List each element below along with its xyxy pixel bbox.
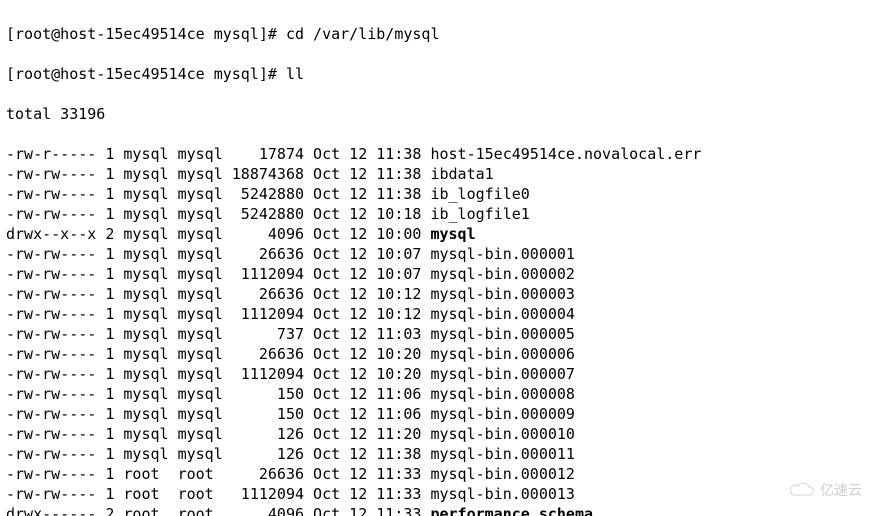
file-name: mysql-bin.000012 <box>430 465 575 483</box>
list-item: -rw-r----- 1 mysql mysql 17874 Oct 12 11… <box>6 144 866 164</box>
file-meta: -rw-rw---- 1 root root 1112094 Oct 12 11… <box>6 485 430 503</box>
shell-prompt: [root@host-15ec49514ce mysql]# <box>6 25 286 43</box>
file-name: mysql-bin.000009 <box>430 405 575 423</box>
list-item: -rw-rw---- 1 mysql mysql 26636 Oct 12 10… <box>6 344 866 364</box>
file-meta: -rw-rw---- 1 root root 26636 Oct 12 11:3… <box>6 465 430 483</box>
file-name: mysql-bin.000002 <box>430 265 575 283</box>
list-item: -rw-rw---- 1 mysql mysql 1112094 Oct 12 … <box>6 364 866 384</box>
list-item: drwx------ 2 root root 4096 Oct 12 11:33… <box>6 504 866 516</box>
file-meta: -rw-rw---- 1 mysql mysql 26636 Oct 12 10… <box>6 345 430 363</box>
list-item: drwx--x--x 2 mysql mysql 4096 Oct 12 10:… <box>6 224 866 244</box>
file-meta: drwx------ 2 root root 4096 Oct 12 11:33 <box>6 505 430 516</box>
file-name: mysql <box>430 225 475 243</box>
command-line-1: [root@host-15ec49514ce mysql]# cd /var/l… <box>6 24 866 44</box>
list-item: -rw-rw---- 1 root root 1112094 Oct 12 11… <box>6 484 866 504</box>
list-item: -rw-rw---- 1 mysql mysql 5242880 Oct 12 … <box>6 204 866 224</box>
file-name: mysql-bin.000007 <box>430 365 575 383</box>
file-meta: -rw-rw---- 1 mysql mysql 5242880 Oct 12 … <box>6 185 430 203</box>
file-meta: -rw-rw---- 1 mysql mysql 26636 Oct 12 10… <box>6 245 430 263</box>
shell-prompt: [root@host-15ec49514ce mysql]# <box>6 65 286 83</box>
list-item: -rw-rw---- 1 mysql mysql 126 Oct 12 11:3… <box>6 444 866 464</box>
file-name: ib_logfile0 <box>430 185 529 203</box>
file-meta: -rw-rw---- 1 mysql mysql 1112094 Oct 12 … <box>6 365 430 383</box>
list-item: -rw-rw---- 1 mysql mysql 1112094 Oct 12 … <box>6 264 866 284</box>
list-item: -rw-rw---- 1 mysql mysql 150 Oct 12 11:0… <box>6 404 866 424</box>
command-line-2: [root@host-15ec49514ce mysql]# ll <box>6 64 866 84</box>
file-meta: -rw-rw---- 1 mysql mysql 18874368 Oct 12… <box>6 165 430 183</box>
file-name: mysql-bin.000006 <box>430 345 575 363</box>
list-item: -rw-rw---- 1 root root 26636 Oct 12 11:3… <box>6 464 866 484</box>
list-item: -rw-rw---- 1 mysql mysql 26636 Oct 12 10… <box>6 244 866 264</box>
file-meta: -rw-rw---- 1 mysql mysql 1112094 Oct 12 … <box>6 305 430 323</box>
file-meta: -rw-rw---- 1 mysql mysql 5242880 Oct 12 … <box>6 205 430 223</box>
file-name: mysql-bin.000011 <box>430 445 575 463</box>
file-meta: -rw-rw---- 1 mysql mysql 737 Oct 12 11:0… <box>6 325 430 343</box>
list-item: -rw-rw---- 1 mysql mysql 737 Oct 12 11:0… <box>6 324 866 344</box>
file-meta: -rw-rw---- 1 mysql mysql 126 Oct 12 11:2… <box>6 425 430 443</box>
shell-command: cd /var/lib/mysql <box>286 25 440 43</box>
terminal-output: [root@host-15ec49514ce mysql]# cd /var/l… <box>0 0 872 516</box>
file-name: performance_schema <box>430 505 593 516</box>
file-name: ibdata1 <box>430 165 493 183</box>
file-meta: -rw-rw---- 1 mysql mysql 1112094 Oct 12 … <box>6 265 430 283</box>
file-meta: -rw-rw---- 1 mysql mysql 126 Oct 12 11:3… <box>6 445 430 463</box>
file-name: mysql-bin.000003 <box>430 285 575 303</box>
list-item: -rw-rw---- 1 mysql mysql 26636 Oct 12 10… <box>6 284 866 304</box>
file-name: mysql-bin.000013 <box>430 485 575 503</box>
file-listing: -rw-r----- 1 mysql mysql 17874 Oct 12 11… <box>6 144 866 516</box>
file-name: mysql-bin.000005 <box>430 325 575 343</box>
file-name: mysql-bin.000001 <box>430 245 575 263</box>
list-item: -rw-rw---- 1 mysql mysql 18874368 Oct 12… <box>6 164 866 184</box>
file-meta: drwx--x--x 2 mysql mysql 4096 Oct 12 10:… <box>6 225 430 243</box>
file-name: mysql-bin.000010 <box>430 425 575 443</box>
list-item: -rw-rw---- 1 mysql mysql 126 Oct 12 11:2… <box>6 424 866 444</box>
shell-command: ll <box>286 65 304 83</box>
list-item: -rw-rw---- 1 mysql mysql 1112094 Oct 12 … <box>6 304 866 324</box>
file-meta: -rw-rw---- 1 mysql mysql 26636 Oct 12 10… <box>6 285 430 303</box>
file-name: ib_logfile1 <box>430 205 529 223</box>
file-meta: -rw-r----- 1 mysql mysql 17874 Oct 12 11… <box>6 145 430 163</box>
file-name: host-15ec49514ce.novalocal.err <box>430 145 701 163</box>
file-meta: -rw-rw---- 1 mysql mysql 150 Oct 12 11:0… <box>6 405 430 423</box>
file-name: mysql-bin.000004 <box>430 305 575 323</box>
file-meta: -rw-rw---- 1 mysql mysql 150 Oct 12 11:0… <box>6 385 430 403</box>
file-name: mysql-bin.000008 <box>430 385 575 403</box>
list-item: -rw-rw---- 1 mysql mysql 150 Oct 12 11:0… <box>6 384 866 404</box>
total-line: total 33196 <box>6 104 866 124</box>
list-item: -rw-rw---- 1 mysql mysql 5242880 Oct 12 … <box>6 184 866 204</box>
